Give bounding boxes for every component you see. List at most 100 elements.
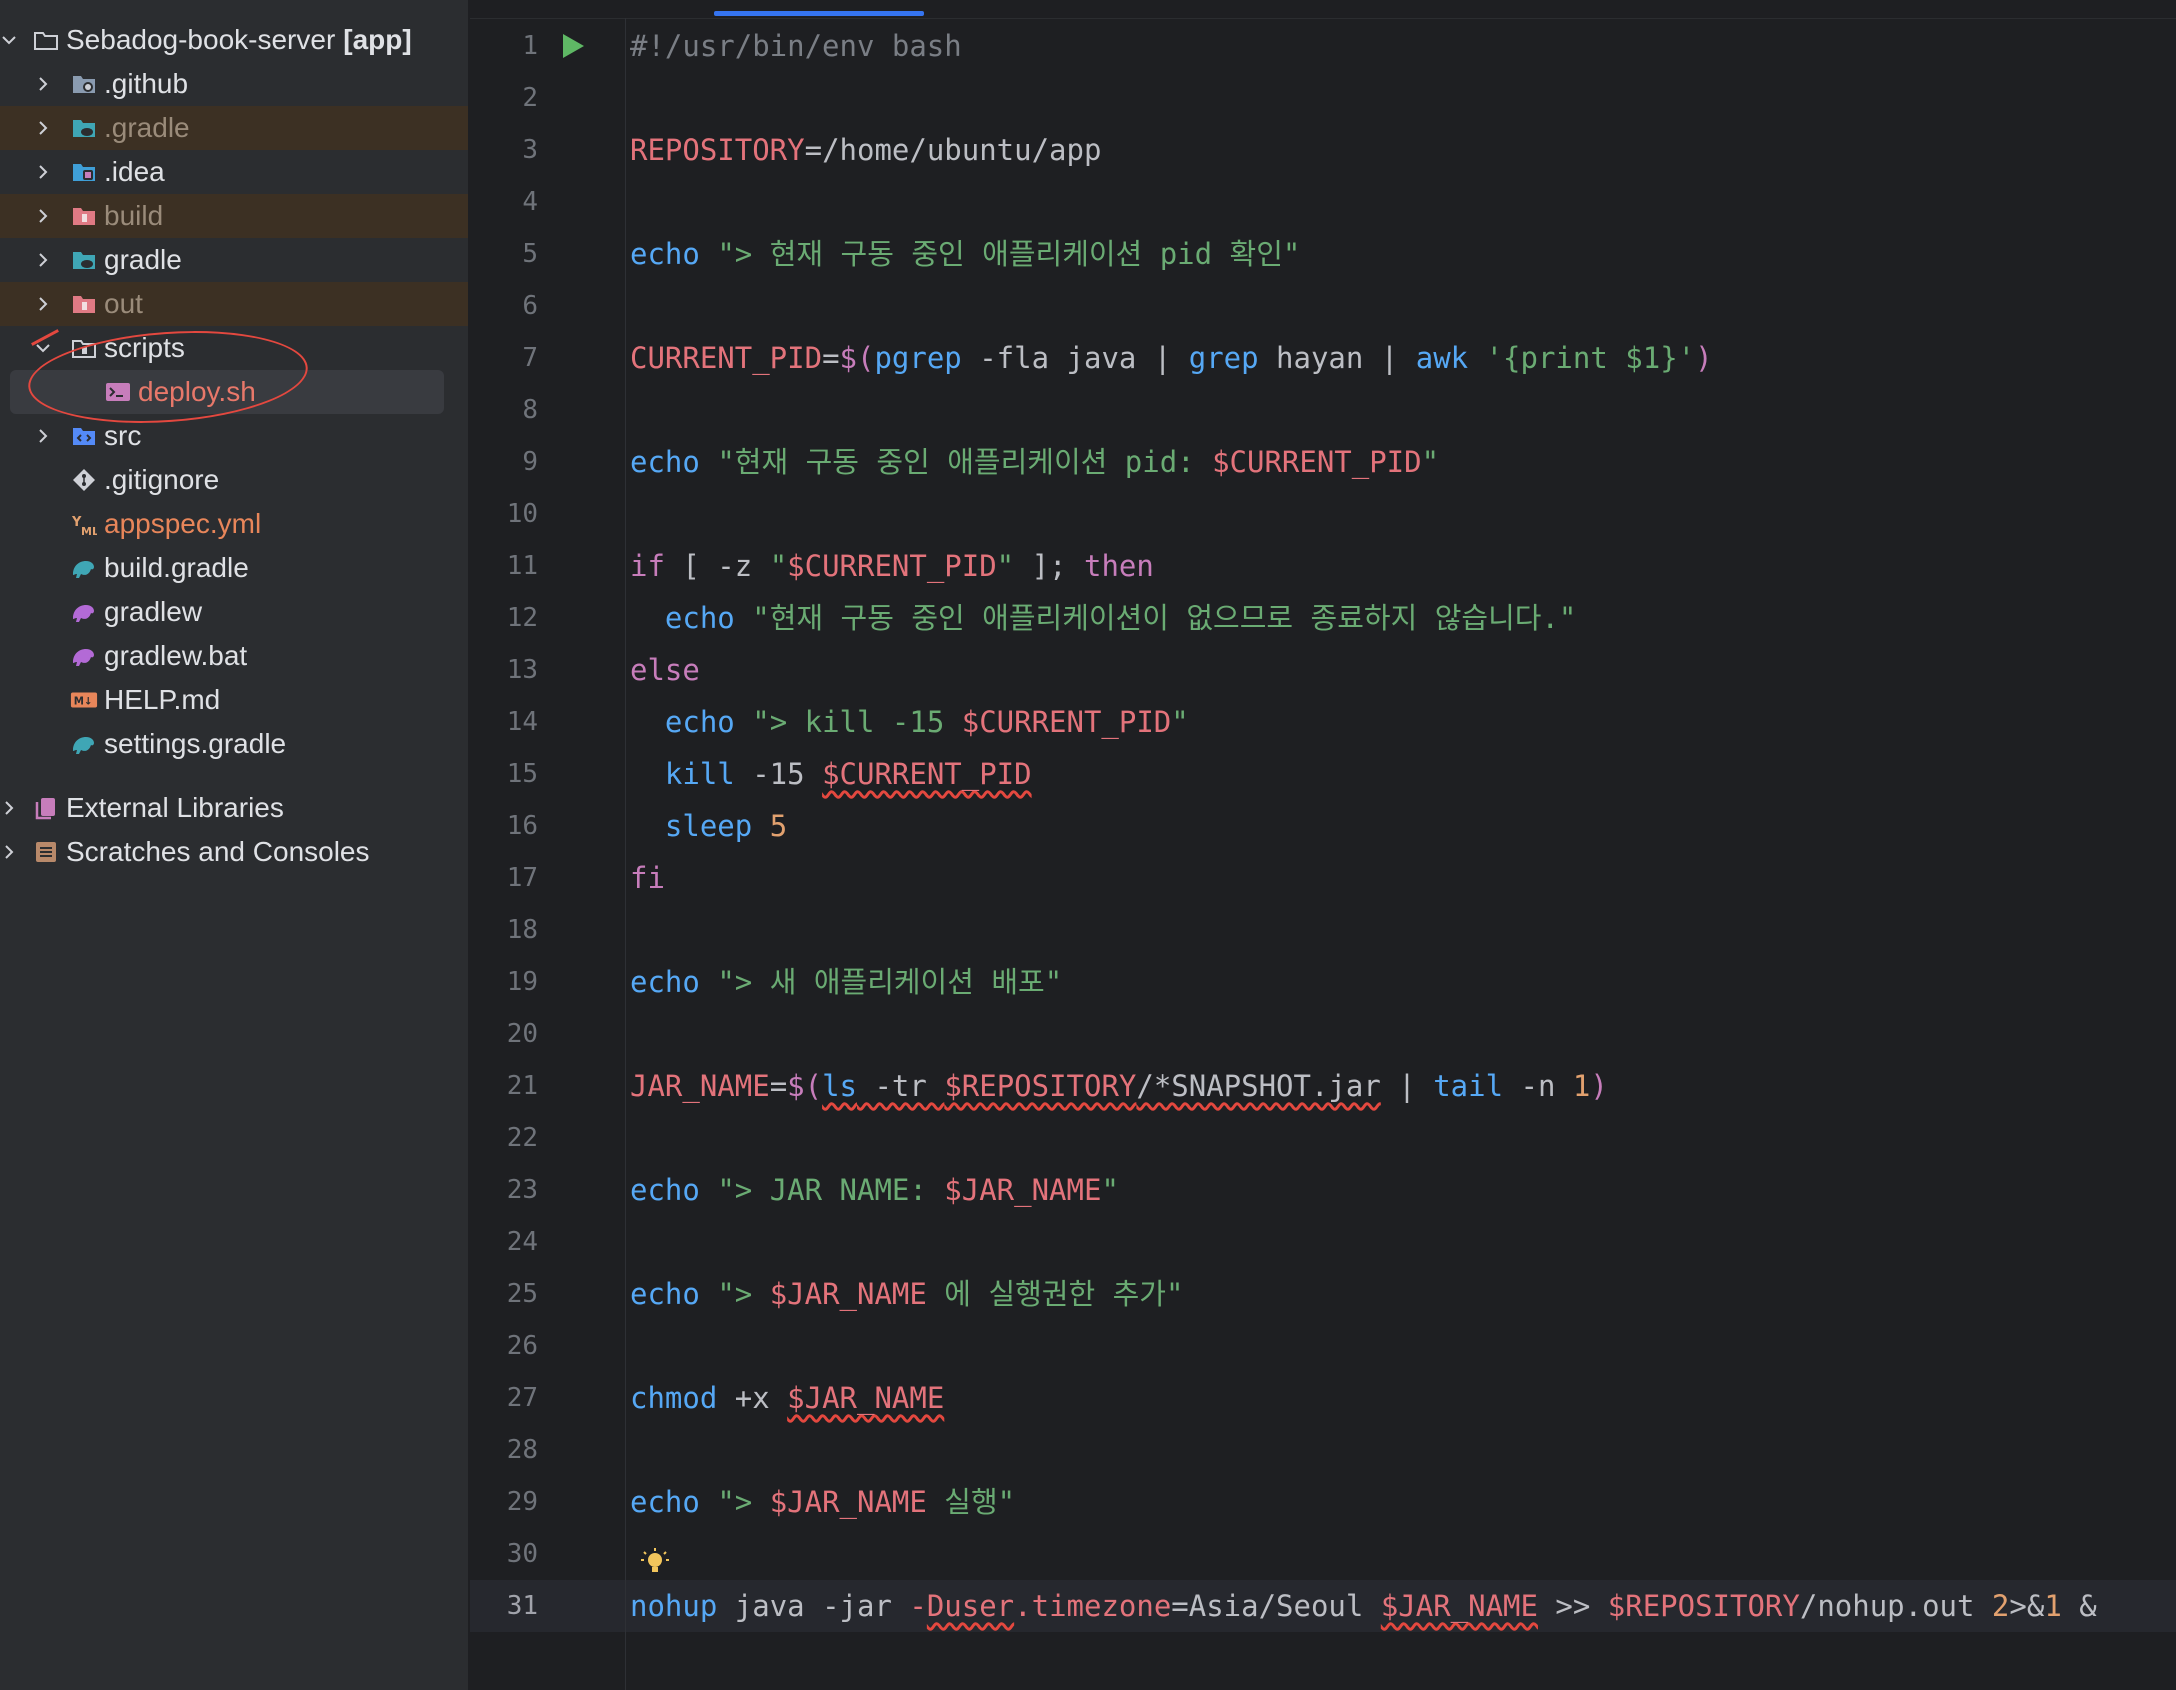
tree-row[interactable]: YMLappspec.yml [0, 502, 468, 546]
tree-label: HELP.md [104, 684, 221, 715]
code-line[interactable]: JAR_NAME=$(ls -tr $REPOSITORY/*SNAPSHOT.… [630, 1060, 1608, 1112]
tree-row[interactable]: deploy.sh [0, 370, 468, 414]
code-token: = [769, 1069, 788, 1103]
tree-row[interactable]: scripts [0, 326, 468, 370]
tree-row[interactable]: M↓ HELP.md [0, 678, 468, 722]
code-line[interactable]: if [ -z "$CURRENT_PID" ]; then [630, 540, 1154, 592]
code-line[interactable]: nohup java -jar -Duser.timezone=Asia/Seo… [630, 1580, 2097, 1632]
tree-row[interactable]: .idea [0, 150, 468, 194]
line-number: 17 [506, 863, 538, 893]
code-line[interactable]: kill -15 $CURRENT_PID [630, 748, 1032, 800]
code-line[interactable]: echo "현재 구동 중인 애플리케이션이 없으므로 종료하지 않습니다." [630, 592, 1576, 644]
tree-root-row[interactable]: Sebadog-book-server [app] [0, 18, 468, 62]
line-number: 9 [522, 447, 538, 477]
source-folder-icon [70, 422, 98, 450]
code-line[interactable]: echo "> 새 애플리케이션 배포" [630, 956, 1062, 1008]
code-token: nohup [630, 1589, 718, 1623]
chevron-right-icon[interactable] [0, 797, 20, 819]
code-token: - [909, 1589, 927, 1623]
code-token: 1 [2044, 1589, 2062, 1623]
code-token: $( [839, 341, 875, 375]
line-number: 14 [506, 707, 538, 737]
code-line[interactable]: else [630, 644, 700, 696]
tree-label: out [104, 288, 143, 319]
chevron-right-icon[interactable] [32, 249, 54, 271]
tree-row[interactable]: settings.gradle [0, 722, 468, 766]
tree-row[interactable]: out [0, 282, 468, 326]
tree-label: gradle [104, 244, 182, 275]
chevron-down-icon[interactable] [0, 29, 20, 51]
chevron-right-icon[interactable] [32, 205, 54, 227]
line-number: 2 [522, 83, 538, 113]
code-token: pgrep [874, 341, 962, 375]
tree-label: .gitignore [104, 464, 220, 495]
code-token: 1 [1572, 1069, 1591, 1103]
line-number: 31 [506, 1591, 538, 1621]
lightbulb-icon[interactable] [638, 1536, 672, 1588]
tree-row[interactable]: .gradle [0, 106, 468, 150]
code-line[interactable]: #!/usr/bin/env bash [630, 20, 962, 72]
chevron-right-icon[interactable] [32, 161, 54, 183]
code-token: $JAR_NAME [769, 1485, 927, 1519]
chevron-right-icon[interactable] [0, 841, 20, 863]
svg-text:ML: ML [81, 525, 97, 537]
chevron-right-icon[interactable] [32, 425, 54, 447]
chevron-right-icon[interactable] [32, 73, 54, 95]
tree-row[interactable]: build.gradle [0, 546, 468, 590]
libraries-icon [32, 794, 60, 822]
code-line[interactable]: CURRENT_PID=$(pgrep -fla java | grep hay… [630, 332, 1713, 384]
code-token: fi [630, 861, 665, 895]
code-token: " [996, 549, 1015, 583]
code-line[interactable]: REPOSITORY=/home/ubuntu/app [630, 124, 1101, 176]
code-line[interactable]: sleep 5 [630, 800, 787, 852]
svg-text:M↓: M↓ [74, 696, 93, 708]
excluded-folder-icon [70, 290, 98, 318]
code-token: #!/usr/bin/env bash [630, 29, 962, 63]
chevron-right-icon[interactable] [32, 117, 54, 139]
tree-label: .github [104, 68, 189, 99]
tree-row[interactable]: gradle [0, 238, 468, 282]
code-editor[interactable]: 1 2 3 4 5 6 7 8 9 10 11 12 13 14 15 16 17 18 19 20 21 22 23 24 2… [470, 0, 2176, 1690]
code-line[interactable]: echo "현재 구동 중인 애플리케이션 pid: $CURRENT_PID" [630, 436, 1439, 488]
code-line[interactable]: echo "> JAR NAME: $JAR_NAME" [630, 1164, 1119, 1216]
line-number: 19 [506, 967, 538, 997]
code-line[interactable]: fi [630, 852, 665, 904]
tree-row[interactable]: .gitignore [0, 458, 468, 502]
line-number: 29 [506, 1487, 538, 1517]
code-token: if [630, 549, 665, 583]
chevron-right-icon[interactable] [32, 293, 54, 315]
line-number: 3 [522, 135, 538, 165]
code-token: .timezone [1014, 1589, 1172, 1623]
tree-row[interactable]: gradlew.bat [0, 634, 468, 678]
tree-label: Scratches and Consoles [66, 836, 370, 867]
tree-row-external-libraries[interactable]: External Libraries [0, 786, 468, 830]
code-line[interactable]: echo "> $JAR_NAME 에 실행권한 추가" [630, 1268, 1183, 1320]
code-token: $CURRENT_PID [961, 705, 1172, 739]
line-number: 5 [522, 239, 538, 269]
gradle-folder-icon [70, 246, 98, 274]
code-token: -n [1503, 1069, 1573, 1103]
code-line[interactable]: echo "> $JAR_NAME 실행" [630, 1476, 1015, 1528]
tree-row-scratches[interactable]: Scratches and Consoles [0, 830, 468, 874]
code-token: 5 [769, 809, 788, 843]
code-line[interactable]: echo "> kill -15 $CURRENT_PID" [630, 696, 1189, 748]
idea-folder-icon [70, 158, 98, 186]
tree-row[interactable]: .github [0, 62, 468, 106]
code-token: $REPOSITORY [1607, 1589, 1800, 1623]
run-icon[interactable] [556, 20, 590, 72]
tree-row[interactable]: build [0, 194, 468, 238]
tree-row[interactable]: gradlew [0, 590, 468, 634]
code-line[interactable]: chmod +x $JAR_NAME [630, 1372, 944, 1424]
tree-row[interactable]: src [0, 414, 468, 458]
code-token: echo [630, 1173, 700, 1207]
line-number: 20 [506, 1019, 538, 1049]
module-name: [app] [343, 24, 412, 55]
line-number: 30 [506, 1539, 538, 1569]
code-line[interactable]: echo "> 현재 구동 중인 애플리케이션 pid 확인" [630, 228, 1300, 280]
code-token: tail [1433, 1069, 1504, 1103]
